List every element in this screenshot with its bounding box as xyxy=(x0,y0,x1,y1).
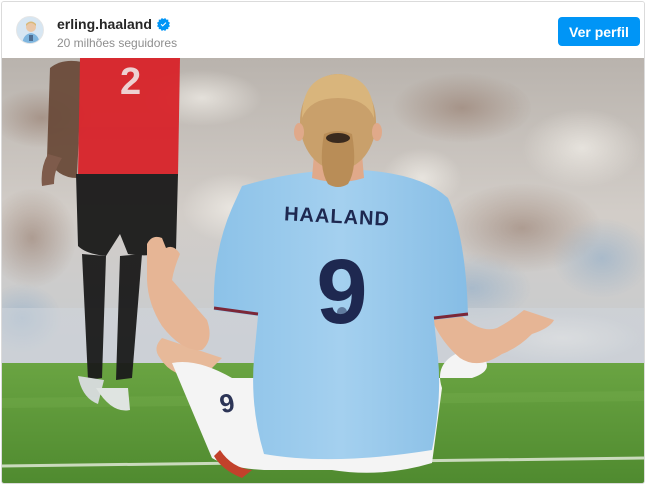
view-profile-button[interactable]: Ver perfil xyxy=(558,17,640,46)
jersey-number: 9 xyxy=(316,241,367,343)
post-photo[interactable]: 2 9 HAALAND 9 xyxy=(2,58,644,483)
opponent-number: 2 xyxy=(120,61,141,103)
post-header: erling.haaland 20 milhões seguidores Ver… xyxy=(2,2,644,58)
verified-badge-icon xyxy=(156,17,170,31)
username[interactable]: erling.haaland xyxy=(57,15,152,33)
avatar[interactable] xyxy=(16,16,44,44)
follower-count: 20 milhões seguidores xyxy=(57,36,178,50)
instagram-embed: erling.haaland 20 milhões seguidores Ver… xyxy=(1,1,645,484)
user-info: erling.haaland 20 milhões seguidores xyxy=(57,15,177,51)
username-row: erling.haaland xyxy=(57,15,177,33)
